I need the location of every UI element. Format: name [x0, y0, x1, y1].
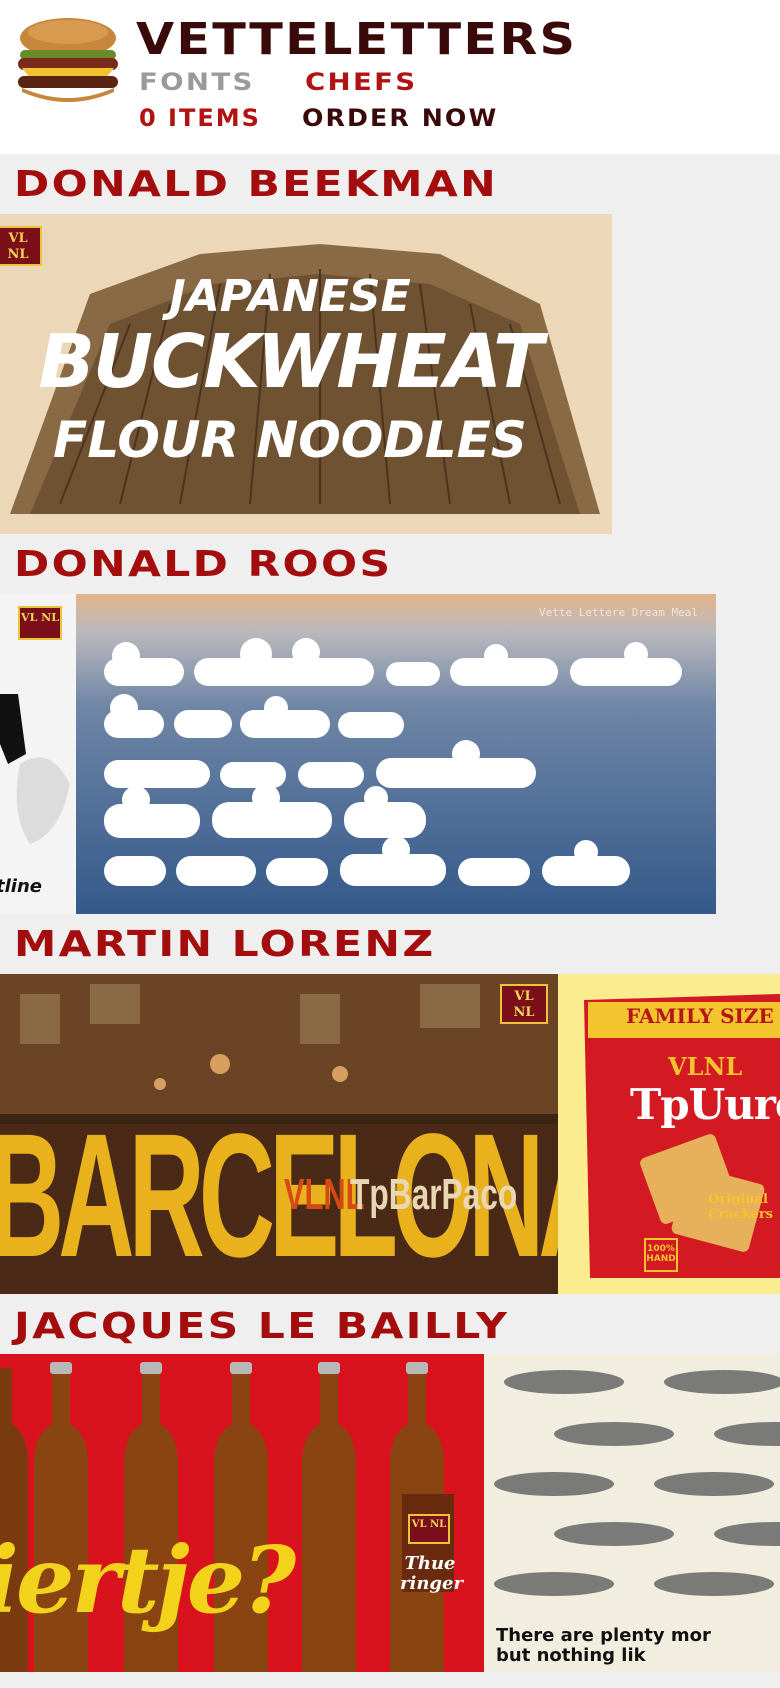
card-line-3: FLOUR NOODLES: [53, 411, 527, 469]
vlnl-badge: VL NL: [408, 1514, 450, 1544]
chef-name-heading[interactable]: MARTIN LORENZ: [14, 924, 436, 965]
clouds-image: [76, 594, 716, 914]
site-header: VETTELETTERS FONTS CHEFS 0 ITEMS ORDER N…: [0, 0, 780, 154]
font-card-barcelona[interactable]: VL NL BARCELONA VLNL TpBarPaco: [0, 974, 558, 1294]
box-brand: VLNL: [668, 1052, 743, 1081]
card-line-1: JAPANESE: [169, 271, 411, 322]
chef-name-heading[interactable]: DONALD ROOS: [14, 544, 392, 585]
card-caption: Vette Lettere Dream Meal: [539, 606, 698, 619]
font-card-crackers[interactable]: FAMILY SIZE VLNL TpUuro Original Cracker…: [558, 974, 780, 1294]
site-brand-title[interactable]: VETTELETTERS: [136, 14, 577, 65]
cart-items-count[interactable]: 0 ITEMS: [139, 104, 261, 132]
fish-card-line-2: but nothing lik: [496, 1645, 646, 1666]
card-line-2: BUCKWHEAT: [38, 319, 544, 405]
order-now-link[interactable]: ORDER NOW: [302, 104, 498, 132]
font-card-beer[interactable]: iertje? VL NL Thue ringer: [0, 1354, 484, 1672]
nav-chefs-link[interactable]: CHEFS: [305, 68, 417, 96]
partial-card-text: tline: [0, 876, 42, 897]
font-card-fish[interactable]: There are plenty mor but nothing lik: [484, 1354, 780, 1672]
burger-logo-icon[interactable]: [10, 14, 126, 106]
vlnl-badge: VL NL: [0, 226, 42, 266]
fish-card-line-1: There are plenty mor: [496, 1625, 711, 1646]
font-card-partial[interactable]: VL NL tline: [0, 594, 76, 914]
box-side-text: Original Crackers: [708, 1192, 773, 1222]
chef-name-heading[interactable]: JACQUES LE BAILLY: [14, 1306, 509, 1347]
box-top-text: FAMILY SIZE: [626, 1004, 774, 1028]
box-font-name: TpUuro: [630, 1080, 780, 1129]
nav-fonts-link[interactable]: FONTS: [139, 68, 255, 96]
bottle-label-text: Thue ringer: [400, 1553, 463, 1594]
font-card-clouds[interactable]: Vette Lettere Dream Meal: [76, 594, 716, 914]
vlnl-badge: VL NL: [500, 984, 548, 1024]
box-seal: 100% HAND: [644, 1238, 678, 1272]
font-card-buckwheat[interactable]: VL NL JAPANESE BUCKWHEAT FLOUR NOODLES: [0, 214, 612, 534]
overlay-font-name: TpBarPaco: [350, 1170, 518, 1219]
beer-card-word: iertje?: [0, 1526, 296, 1634]
chef-name-heading[interactable]: DONALD BEEKMAN: [14, 164, 498, 205]
barcelona-word: BARCELONA: [0, 1098, 558, 1294]
vlnl-badge: VL NL: [18, 606, 62, 640]
partial-image: [0, 694, 71, 844]
